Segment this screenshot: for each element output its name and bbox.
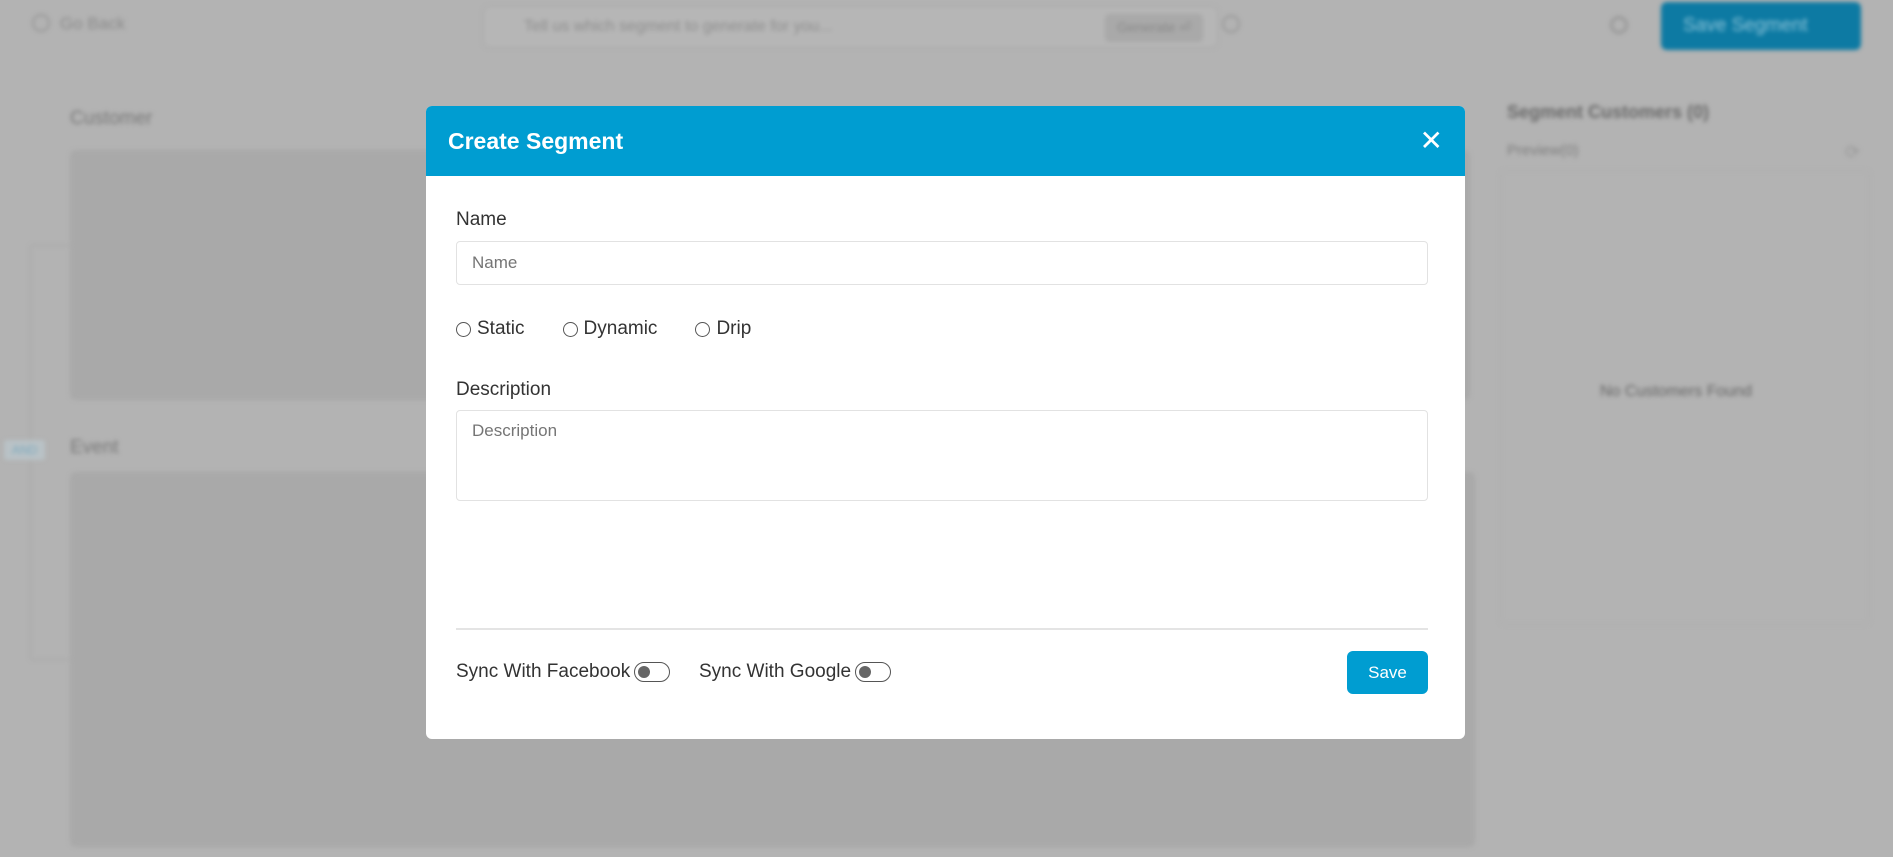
sync-facebook-toggle[interactable] — [634, 662, 671, 682]
radio-static[interactable]: Static — [456, 318, 525, 340]
generate-button[interactable]: Generate ⏎ — [1105, 14, 1203, 42]
description-textarea[interactable] — [456, 410, 1428, 501]
and-badge[interactable]: AND — [4, 440, 46, 460]
modal-header: Create Segment ✕ — [426, 106, 1465, 176]
radio-circle-icon[interactable] — [695, 321, 711, 337]
sync-google: Sync With Google — [699, 661, 892, 683]
sync-facebook: Sync With Facebook — [456, 661, 671, 683]
radio-circle-icon[interactable] — [456, 321, 471, 337]
info-icon[interactable] — [1222, 15, 1240, 33]
create-segment-modal: Create Segment ✕ Name Static Dynamic Dri… — [426, 106, 1465, 739]
event-heading: Event — [70, 437, 119, 458]
save-button[interactable]: Save — [1347, 651, 1428, 694]
preview-label: Preview(0) — [1507, 142, 1579, 159]
sync-google-toggle[interactable] — [855, 662, 892, 682]
radio-label: Dynamic — [583, 318, 658, 339]
divider — [456, 628, 1428, 630]
radio-label: Static — [477, 318, 525, 339]
go-back-link[interactable]: Go Back — [60, 14, 125, 34]
back-icon — [32, 14, 50, 32]
settings-icon[interactable] — [1610, 16, 1628, 34]
sync-facebook-label: Sync With Facebook — [456, 661, 631, 682]
segment-type-radio-group: Static Dynamic Drip — [456, 318, 789, 340]
segment-customers-title: Segment Customers (0) — [1507, 102, 1710, 122]
save-segment-button[interactable]: Save Segment — [1661, 2, 1861, 50]
search-placeholder: Tell us which segment to generate for yo… — [524, 18, 833, 35]
modal-title: Create Segment — [448, 127, 624, 154]
ai-search-bar[interactable]: Tell us which segment to generate for yo… — [483, 6, 1218, 48]
customer-heading: Customer — [70, 108, 153, 129]
sync-google-label: Sync With Google — [699, 661, 852, 682]
refresh-icon[interactable]: ⟳ — [1845, 142, 1860, 163]
no-customers-text: No Customers Found — [1600, 383, 1753, 400]
radio-dynamic[interactable]: Dynamic — [562, 318, 658, 340]
name-label: Name — [456, 209, 507, 230]
description-label: Description — [456, 379, 552, 400]
radio-drip[interactable]: Drip — [695, 318, 751, 340]
radio-circle-icon[interactable] — [562, 321, 578, 337]
close-icon[interactable]: ✕ — [1420, 127, 1443, 155]
radio-label: Drip — [716, 318, 752, 339]
name-input[interactable] — [456, 241, 1428, 285]
